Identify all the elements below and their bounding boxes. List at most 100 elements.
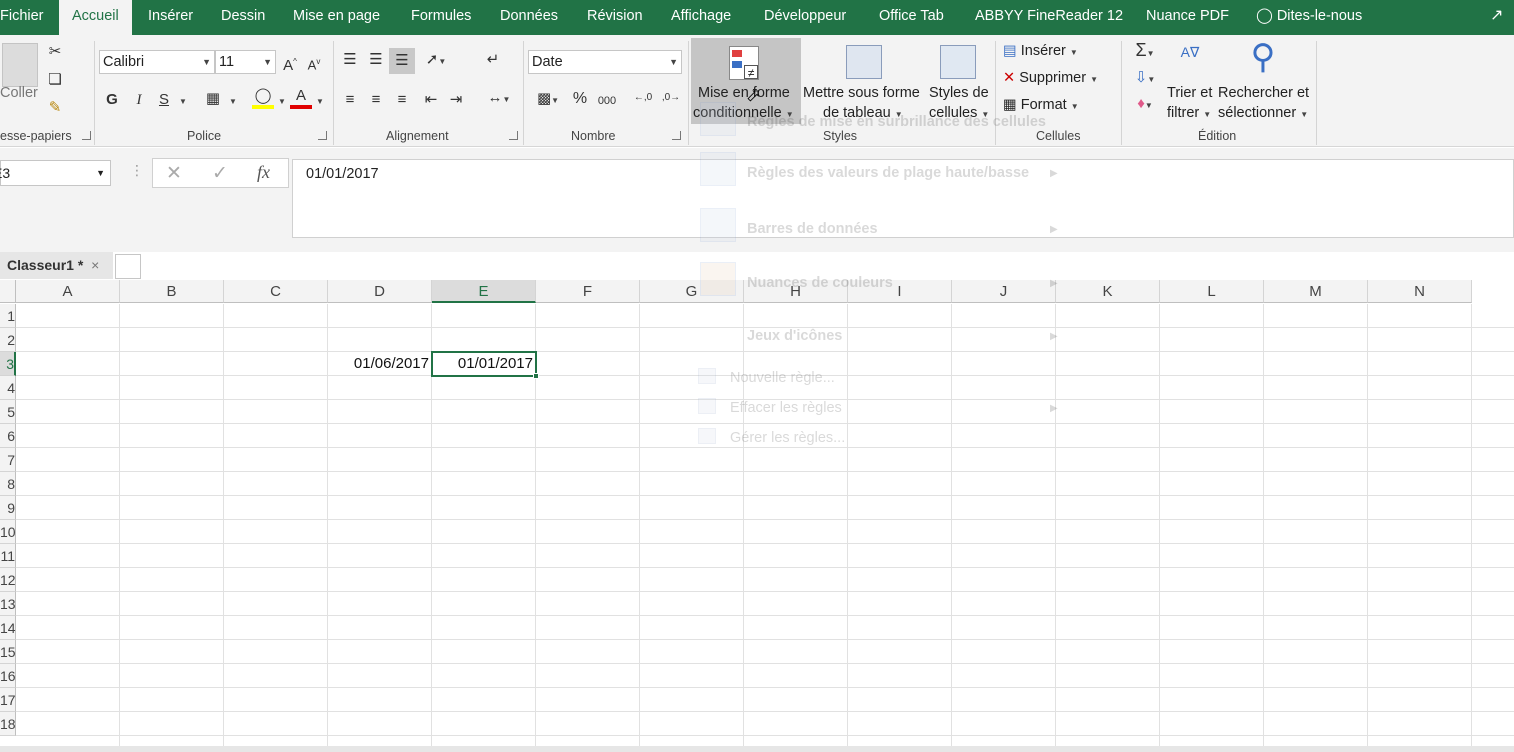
font-size-combo[interactable]: 11 ▼ — [215, 50, 276, 74]
column-header-A[interactable]: A — [16, 280, 120, 303]
align-bottom-icon[interactable]: ☰ — [389, 48, 415, 74]
tab-nuance-pdf[interactable]: Nuance PDF — [1146, 0, 1229, 35]
paste-icon[interactable] — [2, 43, 38, 87]
clipboard-launcher-icon[interactable] — [82, 131, 91, 140]
align-center-icon[interactable]: ≡ — [366, 91, 386, 109]
tab-abbyy[interactable]: ABBYY FineReader 12 — [975, 0, 1123, 35]
insert-function-button[interactable]: fx — [257, 162, 270, 183]
sort-filter-label-1[interactable]: Trier et — [1167, 85, 1212, 101]
chevron-down-icon[interactable]: ▼ — [276, 91, 288, 111]
row-header-17[interactable]: 17 — [0, 688, 16, 712]
find-select-label-2[interactable]: sélectionner ▼ — [1218, 105, 1308, 121]
tab-fichier[interactable]: Fichier — [0, 0, 44, 35]
row-header-4[interactable]: 4 — [0, 376, 16, 400]
tab-mise-en-page[interactable]: Mise en page — [293, 0, 380, 35]
insert-cells-button[interactable]: ▤ Insérer ▼ — [1003, 43, 1078, 59]
menu-item-manage-rules[interactable]: Gérer les règles... — [730, 430, 845, 446]
clear-icon[interactable]: ♦▼ — [1128, 95, 1162, 115]
font-name-combo[interactable]: Calibri ▼ — [99, 50, 215, 74]
row-header-2[interactable]: 2 — [0, 328, 16, 352]
tab-dessin[interactable]: Dessin — [221, 0, 265, 35]
tab-donnees[interactable]: Données — [500, 0, 558, 35]
orientation-icon[interactable]: ➚▼ — [421, 51, 451, 71]
sort-filter-label-2[interactable]: filtrer ▼ — [1167, 105, 1211, 121]
tell-me-search[interactable]: ◯ Dites-le-nous — [1256, 0, 1362, 35]
alignment-launcher-icon[interactable] — [509, 131, 518, 140]
row-header-14[interactable]: 14 — [0, 616, 16, 640]
enter-icon[interactable]: ✓ — [212, 162, 228, 185]
menu-item-data-bars[interactable]: Barres de données — [747, 221, 878, 237]
row-header-13[interactable]: 13 — [0, 592, 16, 616]
column-header-C[interactable]: C — [224, 280, 328, 303]
row-header-12[interactable]: 12 — [0, 568, 16, 592]
increase-indent-icon[interactable]: ⇥ — [446, 91, 466, 109]
menu-item-color-scales[interactable]: Nuances de couleurs — [747, 275, 893, 291]
close-icon[interactable]: × — [91, 257, 99, 273]
workbook-tab[interactable]: Classeur1 * × — [0, 252, 113, 279]
font-color-icon[interactable]: A — [290, 87, 312, 109]
cancel-icon[interactable]: ✕ — [166, 162, 182, 185]
cell-styles-label-1[interactable]: Styles de — [929, 85, 989, 101]
row-header-8[interactable]: 8 — [0, 472, 16, 496]
find-icon[interactable]: ⚲ — [1243, 39, 1283, 75]
column-header-N[interactable]: N — [1368, 280, 1472, 303]
tab-affichage[interactable]: Affichage — [671, 0, 731, 35]
sort-filter-icon[interactable]: A∇ — [1170, 43, 1210, 61]
grow-font-icon[interactable]: A^ — [282, 53, 298, 75]
chevron-down-icon[interactable]: ▼ — [176, 91, 190, 111]
table-format-icon[interactable] — [846, 45, 882, 79]
row-header-6[interactable]: 6 — [0, 424, 16, 448]
underline-button[interactable]: S — [156, 91, 172, 109]
chevron-down-icon[interactable]: ▼ — [314, 91, 326, 111]
shrink-font-icon[interactable]: Av — [306, 53, 322, 74]
increase-decimal-icon[interactable]: ←,0 — [632, 89, 654, 107]
column-header-D[interactable]: D — [328, 280, 432, 303]
row-header-15[interactable]: 15 — [0, 640, 16, 664]
align-right-icon[interactable]: ≡ — [392, 91, 412, 109]
column-header-L[interactable]: L — [1160, 280, 1264, 303]
align-middle-icon[interactable]: ☰ — [366, 51, 386, 69]
row-header-10[interactable]: 10 — [0, 520, 16, 544]
row-header-16[interactable]: 16 — [0, 664, 16, 688]
column-header-F[interactable]: F — [536, 280, 640, 303]
accounting-format-icon[interactable]: ▩▼ — [530, 90, 566, 110]
decrease-decimal-icon[interactable]: ,0→ — [660, 89, 682, 107]
row-header-11[interactable]: 11 — [0, 544, 16, 568]
tab-accueil[interactable]: Accueil — [59, 0, 132, 35]
chevron-down-icon[interactable]: ▼ — [227, 91, 239, 111]
cell-styles-icon[interactable] — [940, 45, 976, 79]
row-header-3[interactable]: 3 — [0, 352, 16, 376]
fill-icon[interactable]: ⇩▼ — [1128, 69, 1162, 89]
find-select-label-1[interactable]: Rechercher et — [1218, 85, 1309, 101]
tab-revision[interactable]: Révision — [587, 0, 643, 35]
tab-formules[interactable]: Formules — [411, 0, 471, 35]
wrap-text-icon[interactable]: ↵ — [482, 51, 504, 69]
row-header-9[interactable]: 9 — [0, 496, 16, 520]
share-icon[interactable]: ↗ — [1490, 0, 1503, 35]
new-workbook-tab[interactable] — [115, 254, 141, 279]
number-format-combo[interactable]: Date ▼ — [528, 50, 682, 74]
copy-icon[interactable]: ❏ — [46, 71, 64, 89]
bold-button[interactable]: G — [104, 91, 120, 109]
italic-button[interactable]: I — [131, 91, 147, 109]
tab-office-tab[interactable]: Office Tab — [879, 0, 944, 35]
row-header-7[interactable]: 7 — [0, 448, 16, 472]
merge-center-icon[interactable]: ↔▼ — [482, 89, 516, 109]
cut-icon[interactable]: ✂ — [46, 43, 64, 61]
menu-item-clear-rules[interactable]: Effacer les règles — [730, 400, 842, 416]
paste-button-label[interactable]: Coller — [0, 85, 38, 101]
borders-icon[interactable]: ▦ — [203, 90, 223, 108]
percent-button[interactable]: % — [570, 90, 590, 108]
align-top-icon[interactable]: ☰ — [340, 51, 360, 69]
fill-color-icon[interactable]: ◯ — [252, 87, 274, 109]
select-all-corner[interactable] — [0, 280, 16, 303]
fill-handle[interactable] — [533, 373, 539, 379]
tab-inserer[interactable]: Insérer — [148, 0, 193, 35]
row-header-1[interactable]: 1 — [0, 304, 16, 328]
menu-item-highlight-rules[interactable]: Règles de mise en surbrillance des cellu… — [747, 114, 1046, 130]
more-options-icon[interactable]: ⋮ — [130, 162, 144, 179]
column-header-K[interactable]: K — [1056, 280, 1160, 303]
font-launcher-icon[interactable] — [318, 131, 327, 140]
number-launcher-icon[interactable] — [672, 131, 681, 140]
format-painter-icon[interactable]: ✎ — [46, 99, 64, 117]
